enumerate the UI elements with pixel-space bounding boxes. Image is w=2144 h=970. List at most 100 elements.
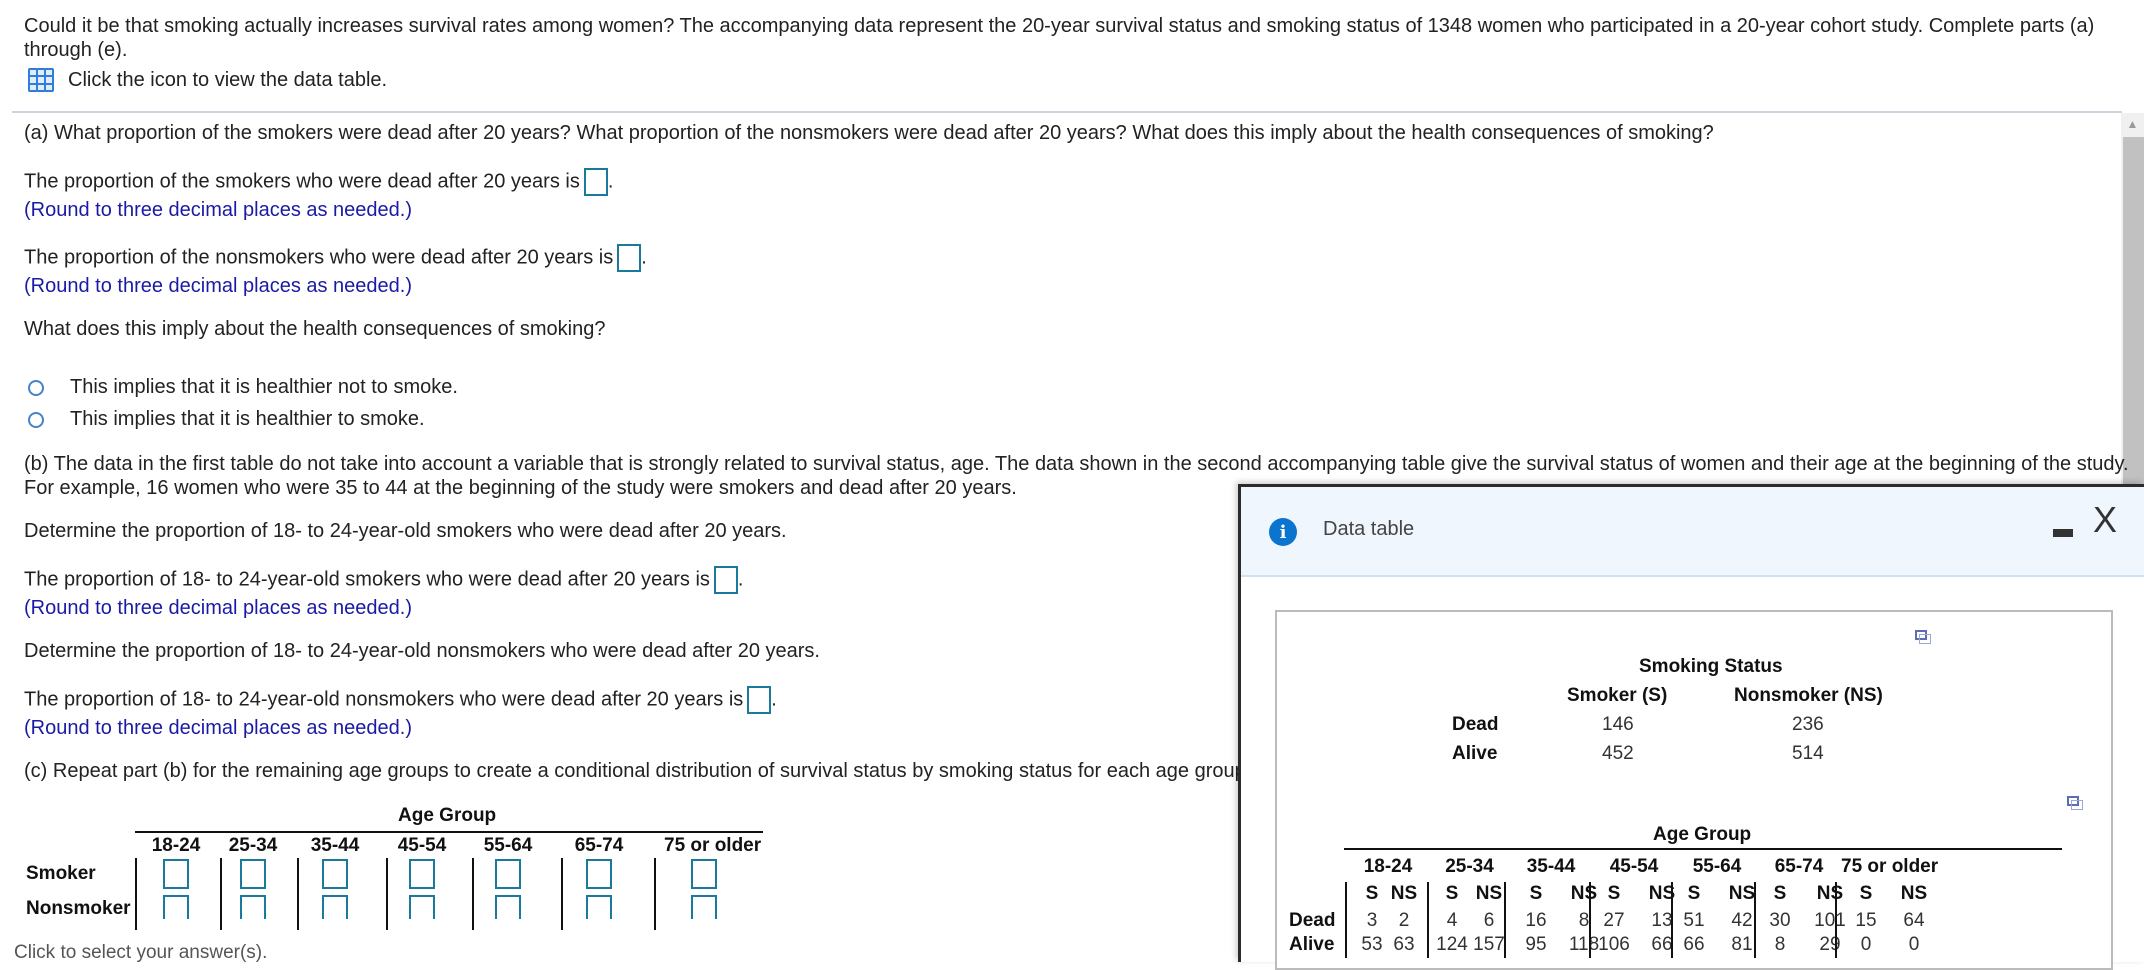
table2-cell: 15 <box>1855 910 1877 931</box>
column-divider <box>220 858 222 930</box>
part-b-intro-line2: For example, 16 women who were 35 to 44 … <box>24 477 1017 499</box>
row-label-smoker: Smoker <box>26 863 96 884</box>
column-divider <box>135 858 137 930</box>
table2-sub-header: S <box>1859 883 1873 904</box>
round-hint: (Round to three decimal places as needed… <box>24 275 413 297</box>
table2-sub-header: S <box>1365 883 1379 904</box>
table2-row-dead: Dead <box>1289 910 1336 931</box>
row-label-nonsmoker: Nonsmoker <box>26 898 131 919</box>
answer-input-nonsmoker-25-34[interactable] <box>240 895 266 919</box>
table2-column-divider <box>1427 882 1429 958</box>
table2-sub-header: S <box>1607 883 1621 904</box>
part-b-nonsmokers-prompt: The proportion of 18- to 24-year-old non… <box>24 688 744 711</box>
radio-button[interactable] <box>28 379 44 396</box>
table2-age-header: 45-54 <box>1609 856 1659 877</box>
copy-table-icon[interactable] <box>1915 630 1931 644</box>
answer-input-smoker-45-54[interactable] <box>409 859 435 889</box>
table2-column-divider <box>1504 882 1506 958</box>
answer-input-smoker-25-34[interactable] <box>240 859 266 889</box>
table1-col-smoker: Smoker (S) <box>1567 685 1668 706</box>
table1-col-nonsmoker: Nonsmoker (NS) <box>1734 685 1883 706</box>
grid-table-icon[interactable] <box>28 68 54 92</box>
minimize-icon[interactable] <box>2053 529 2073 537</box>
radio-option-healthier-smoke[interactable]: This implies that it is healthier to smo… <box>28 408 425 431</box>
table2-cell: 64 <box>1903 910 1925 931</box>
answer-input-18-24-nonsmokers[interactable] <box>747 686 772 714</box>
answer-input-nonsmoker-35-44[interactable] <box>322 895 348 919</box>
imply-question: What does this imply about the health co… <box>24 318 606 340</box>
table2-age-header: 35-44 <box>1526 856 1576 877</box>
table2-sub-header: NS <box>1475 883 1503 904</box>
table2-cell: 27 <box>1603 910 1625 931</box>
table2-age-header: 65-74 <box>1774 856 1824 877</box>
table2-sub-header: NS <box>1816 883 1844 904</box>
table2-cell: 81 <box>1731 934 1753 955</box>
table2-cell: 30 <box>1769 910 1791 931</box>
copy-table-icon[interactable] <box>2067 796 2083 810</box>
part-a-smokers-line: The proportion of the smokers who were d… <box>24 168 613 196</box>
table2-sub-header: NS <box>1570 883 1598 904</box>
table2-cell: 124 <box>1436 934 1468 955</box>
table2-cell: 0 <box>1860 934 1872 955</box>
column-divider <box>472 858 474 930</box>
round-hint: (Round to three decimal places as needed… <box>24 597 413 619</box>
answer-input-nonsmoker-75-or-older[interactable] <box>691 895 717 919</box>
close-icon[interactable]: X <box>2093 499 2117 541</box>
radio-button[interactable] <box>28 411 44 428</box>
answer-input-smokers-dead[interactable] <box>583 168 608 196</box>
answer-input-18-24-smokers[interactable] <box>713 566 738 594</box>
scroll-up-arrow-icon[interactable]: ▲ <box>2121 113 2144 135</box>
determine-smokers: Determine the proportion of 18- to 24-ye… <box>24 520 787 542</box>
table2-age-header: 25-34 <box>1445 856 1494 877</box>
radio-option-healthier-not-smoke[interactable]: This implies that it is healthier not to… <box>28 376 458 399</box>
divider <box>12 111 2122 113</box>
answer-input-smoker-65-74[interactable] <box>586 859 612 889</box>
table2-cell: 2 <box>1398 910 1410 931</box>
radio-label[interactable]: This implies that it is healthier to smo… <box>70 408 425 431</box>
table1-row-dead: Dead <box>1452 714 1499 735</box>
column-divider <box>561 858 563 930</box>
table2-cell: 8 <box>1774 934 1786 955</box>
part-c-question: (c) Repeat part (b) for the remaining ag… <box>24 760 1252 782</box>
table2-sub-header: S <box>1529 883 1543 904</box>
part-b-smokers-prompt: The proportion of 18- to 24-year-old smo… <box>24 568 710 591</box>
determine-nonsmokers: Determine the proportion of 18- to 24-ye… <box>24 640 820 662</box>
table2-sub-header: NS <box>1390 883 1418 904</box>
answer-input-nonsmoker-45-54[interactable] <box>409 895 435 919</box>
answer-input-nonsmoker-65-74[interactable] <box>586 895 612 919</box>
view-data-table-label[interactable]: Click the icon to view the data table. <box>68 69 387 92</box>
table2-row-alive: Alive <box>1289 934 1335 955</box>
table2-title: Age Group <box>1653 824 1752 845</box>
table1-cell: 146 <box>1602 714 1634 735</box>
table2-rule <box>1344 848 2062 850</box>
table2-age-header: 55-64 <box>1692 856 1742 877</box>
part-a-smokers-prompt: The proportion of the smokers who were d… <box>24 170 580 193</box>
answer-input-smoker-75-or-older[interactable] <box>691 859 717 889</box>
answer-input-nonsmoker-18-24[interactable] <box>163 895 189 919</box>
view-data-table-link[interactable]: Click the icon to view the data table. <box>28 68 387 92</box>
table2-cell: 95 <box>1525 934 1547 955</box>
age-group-header: 25-34 <box>228 835 278 856</box>
data-table-dialog: i Data table X Smoking Status Smoker (S)… <box>1238 484 2144 970</box>
answer-input-nonsmokers-dead[interactable] <box>617 244 642 272</box>
age-group-title: Age Group <box>398 805 497 826</box>
answer-input-nonsmoker-55-64[interactable] <box>495 895 521 919</box>
table1-cell: 514 <box>1792 743 1824 764</box>
part-a-question: (a) What proportion of the smokers were … <box>24 122 1714 144</box>
answer-input-smoker-55-64[interactable] <box>495 859 521 889</box>
click-to-select-hint: Click to select your answer(s). <box>14 942 268 963</box>
part-b-nonsmokers-line: The proportion of 18- to 24-year-old non… <box>24 686 777 714</box>
table2-sub-header: S <box>1445 883 1459 904</box>
radio-label[interactable]: This implies that it is healthier not to… <box>70 376 458 399</box>
table2-sub-header: S <box>1687 883 1701 904</box>
info-icon: i <box>1269 518 1297 546</box>
table2-column-divider <box>1835 882 1837 958</box>
table2-column-divider <box>1671 882 1673 958</box>
table2-cell: 4 <box>1446 910 1458 931</box>
table2-sub-header: S <box>1773 883 1787 904</box>
problem-intro: Could it be that smoking actually increa… <box>24 15 2095 61</box>
answer-input-smoker-35-44[interactable] <box>322 859 348 889</box>
table1-title: Smoking Status <box>1639 656 1783 677</box>
answer-input-smoker-18-24[interactable] <box>163 859 189 889</box>
part-a-nonsmokers-line: The proportion of the nonsmokers who wer… <box>24 244 647 272</box>
